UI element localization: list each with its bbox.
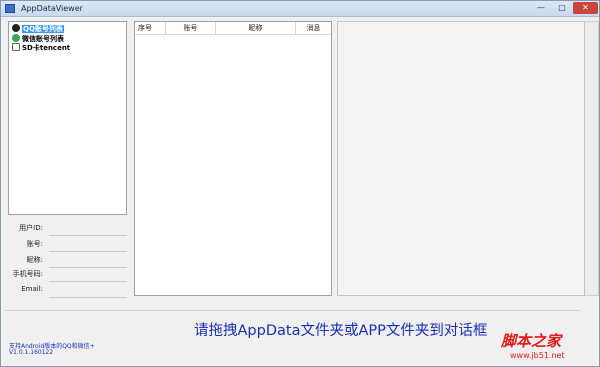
column-header-index[interactable]: 序号 bbox=[135, 22, 166, 34]
app-icon bbox=[5, 4, 15, 13]
version-label: V1.0.1.160122 bbox=[9, 349, 54, 356]
maximize-button[interactable]: □ bbox=[552, 2, 572, 14]
minimize-button[interactable]: — bbox=[531, 2, 551, 14]
message-detail-panel[interactable] bbox=[337, 21, 585, 296]
phone-field bbox=[49, 281, 127, 282]
email-field bbox=[49, 297, 127, 298]
app-window: AppDataViewer — □ ✕ QQ账号列表 微信账号列表 SD卡ten… bbox=[0, 0, 600, 367]
user-id-field bbox=[49, 235, 127, 236]
title-bar: AppDataViewer — □ ✕ bbox=[1, 1, 599, 17]
watermark-url: www.jb51.net bbox=[510, 351, 565, 360]
wechat-icon bbox=[12, 34, 20, 42]
close-button[interactable]: ✕ bbox=[573, 2, 598, 14]
tree-item-sdcard-tencent[interactable]: SD卡tencent bbox=[12, 43, 70, 53]
account-field bbox=[49, 251, 127, 252]
tree-item-qq-accounts[interactable]: QQ账号列表 bbox=[12, 24, 64, 34]
account-tree[interactable]: QQ账号列表 微信账号列表 SD卡tencent bbox=[8, 21, 127, 215]
account-label: 账号: bbox=[26, 240, 43, 248]
watermark-logo: 脚本之家 www.jb51.net bbox=[501, 330, 597, 364]
column-header-account[interactable]: 账号 bbox=[166, 22, 216, 34]
tree-item-label: QQ账号列表 bbox=[22, 25, 64, 33]
user-id-label: 用户ID: bbox=[19, 224, 43, 232]
watermark-brand: 脚本之家 bbox=[501, 332, 562, 350]
column-header-message[interactable]: 消息 bbox=[296, 22, 331, 34]
message-table[interactable]: 序号 账号 昵称 消息 bbox=[134, 21, 332, 296]
email-label: Email: bbox=[21, 285, 43, 293]
drop-hint: 请拖拽AppData文件夹或APP文件夹到对话框 bbox=[194, 323, 488, 339]
footer-divider bbox=[5, 310, 580, 311]
window-title: AppDataViewer bbox=[21, 4, 83, 13]
tree-item-label: 微信账号列表 bbox=[22, 35, 64, 43]
tree-item-label: SD卡tencent bbox=[22, 44, 71, 52]
column-header-nickname[interactable]: 昵称 bbox=[216, 22, 296, 34]
sdcard-icon bbox=[12, 43, 20, 51]
phone-label: 手机号码: bbox=[12, 270, 43, 278]
nickname-field bbox=[49, 267, 127, 268]
detail-scrollbar[interactable] bbox=[585, 21, 599, 296]
table-header: 序号 账号 昵称 消息 bbox=[135, 22, 331, 35]
qq-icon bbox=[12, 24, 20, 32]
nickname-label: 昵称: bbox=[26, 256, 43, 264]
